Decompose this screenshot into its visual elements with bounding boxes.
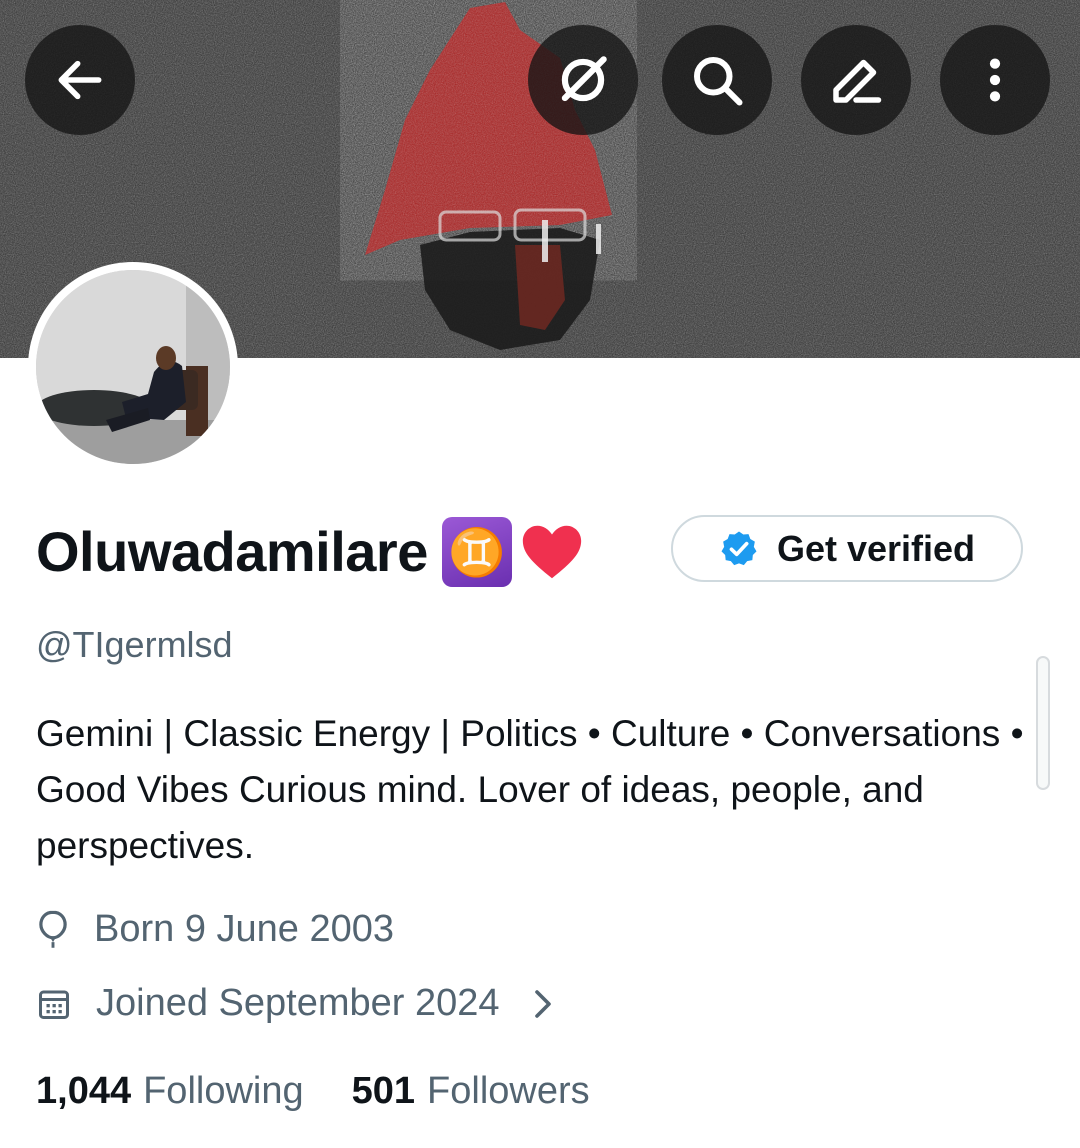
edit-button[interactable]: [801, 25, 911, 135]
birthday-text: Born 9 June 2003: [94, 908, 395, 950]
get-verified-label: Get verified: [776, 527, 976, 569]
joined-row[interactable]: Joined September 2024: [36, 982, 556, 1025]
scrollbar[interactable]: [1036, 656, 1050, 790]
back-button[interactable]: [25, 25, 135, 135]
display-name: Oluwadamilare: [36, 520, 428, 583]
edit-icon: [833, 59, 882, 103]
more-vertical-icon: [989, 58, 1001, 102]
profile-handle: @TIgermlsd: [36, 624, 233, 665]
following-label: Following: [143, 1070, 304, 1112]
gemini-emoji: ♊: [441, 517, 512, 587]
arrow-left-icon: [58, 60, 102, 100]
following-link[interactable]: 1,044 Following: [36, 1070, 304, 1113]
grok-icon: [561, 56, 607, 102]
search-icon: [694, 57, 743, 106]
balloon-icon: [39, 910, 67, 948]
heart-emoji: [522, 525, 582, 579]
chevron-right-icon[interactable]: [530, 986, 556, 1022]
name-row: Oluwadamilare ♊: [36, 512, 588, 592]
calendar-icon: [39, 990, 69, 1019]
search-button[interactable]: [662, 25, 772, 135]
profile-bio: Gemini | Classic Energy | Politics • Cul…: [36, 713, 1024, 866]
profile-avatar[interactable]: [28, 262, 238, 472]
follow-stats: 1,044 Following 501 Followers: [36, 1070, 590, 1113]
joined-text: Joined September 2024: [96, 982, 500, 1024]
birthday-row: Born 9 June 2003: [36, 908, 394, 951]
following-count: 1,044: [36, 1070, 132, 1112]
followers-link[interactable]: 501 Followers: [352, 1070, 590, 1113]
verified-badge-icon: [721, 531, 757, 565]
avatar-photo: [36, 270, 230, 464]
grok-button[interactable]: [528, 25, 638, 135]
get-verified-button[interactable]: Get verified: [671, 515, 1023, 582]
followers-label: Followers: [427, 1070, 590, 1112]
followers-count: 501: [351, 1070, 416, 1112]
more-button[interactable]: [940, 25, 1050, 135]
